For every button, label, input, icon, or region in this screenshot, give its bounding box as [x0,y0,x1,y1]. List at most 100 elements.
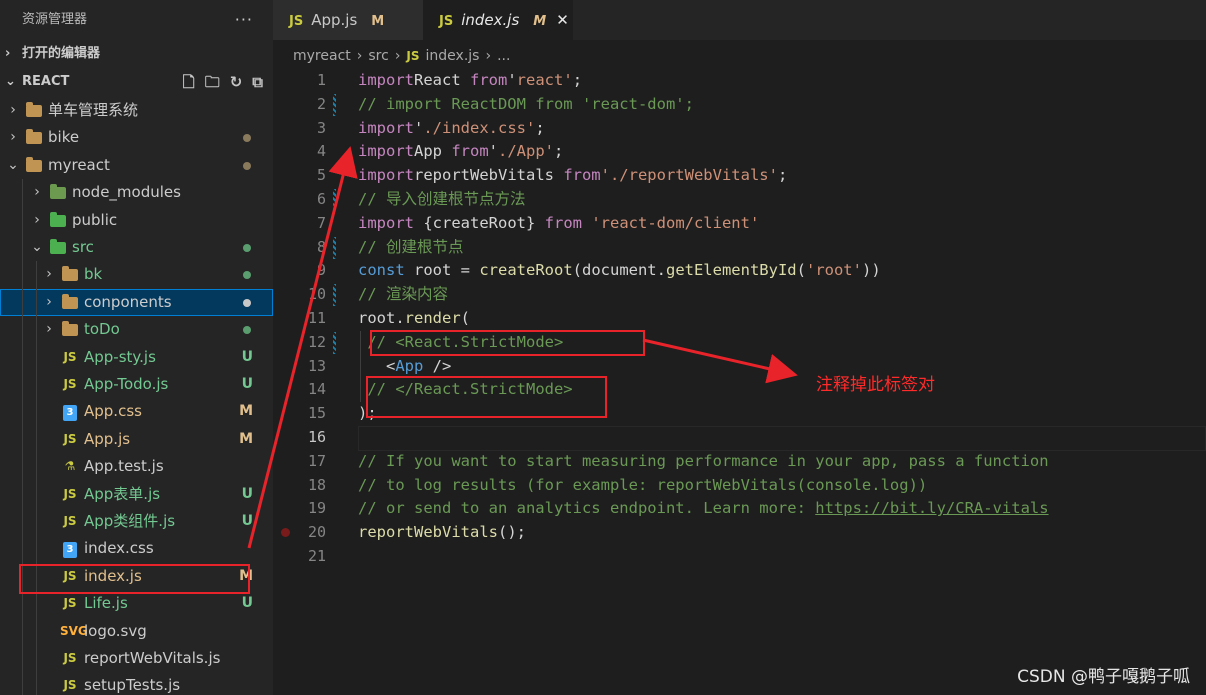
more-actions-icon[interactable]: ··· [235,0,253,40]
breadcrumb-item[interactable]: ... [497,48,510,64]
test-file-icon: ⚗ [64,459,76,474]
code-line[interactable]: const root = createRoot(document.getElem… [358,259,881,283]
line-number: 2 [316,94,326,113]
code-link[interactable]: https://bit.ly/CRA-vitals [815,499,1048,517]
code-token: ./App [498,142,545,161]
tree-item[interactable]: › bk [0,261,273,288]
tree-item[interactable]: JS Life.js U [0,590,273,617]
line-number: 4 [316,142,326,161]
project-section[interactable]: ⌄ REACT 🗋 🗀 ↻ ⧉ [0,68,273,96]
chevron-right-icon: › [34,211,40,228]
code-token: reportWebVitals [358,523,498,542]
code-token: // to log results (for example: reportWe… [358,475,928,494]
tree-item-label: conponents [84,292,172,311]
code-token: ( [796,261,806,280]
line-number: 11 [307,309,326,327]
code-token: 'root' [805,261,862,280]
breadcrumb-item[interactable]: src [368,48,388,64]
code-line[interactable]: <App /> [358,355,451,379]
code-token: ' [507,71,517,89]
git-status-badge: U [241,348,253,365]
new-file-icon[interactable]: 🗋 [183,68,195,96]
tree-item[interactable]: › bike [0,124,273,151]
git-status-dot [243,161,251,170]
chevron-right-icon: › [34,184,40,201]
modified-badge: M [533,14,547,29]
git-status-dot [243,244,251,252]
new-folder-icon[interactable]: 🗀 [205,68,220,96]
tree-item[interactable]: ⚗ App.test.js [0,453,273,480]
code-token: reportWebVitals [414,166,564,185]
code-token: // 导入创建根节点方法 [358,190,526,208]
code-token: createRoot [479,261,573,280]
code-token: from [451,142,489,161]
tree-item[interactable]: JS App.js M [0,426,273,453]
code-token: ; [777,166,788,185]
tree-item[interactable]: ⌄ src [0,234,273,261]
chevron-down-icon: ⌄ [31,239,43,255]
highlight-box-strictmode-open [370,330,645,356]
code-token: {createRoot} [414,213,545,232]
code-line[interactable]: // to log results (for example: reportWe… [358,474,927,498]
code-line[interactable]: // 创建根节点 [358,236,464,260]
code-line[interactable]: importreportWebVitals from'./reportWebVi… [358,164,787,188]
js-file-icon: JS [63,486,77,501]
line-number: 13 [307,356,326,375]
tree-item[interactable]: JS App-Todo.js U [0,371,273,398]
code-line[interactable]: root.render( [358,307,470,331]
tree-item[interactable]: › 单车管理系统 [0,97,273,124]
code-line[interactable]: importApp from'./App'; [358,140,563,164]
code-line[interactable]: // If you want to start measuring perfor… [358,450,1049,474]
tree-item[interactable]: JS App-sty.js U [0,344,273,371]
tree-item[interactable]: JS reportWebVitals.js [0,645,273,672]
chevron-down-icon: ⌄ [7,156,19,173]
tree-item-label: App.css [84,402,142,421]
code-token: React [414,71,470,89]
tree-item[interactable]: JS App表单.js U [0,481,273,508]
git-status-dot [243,326,251,335]
collapse-all-icon[interactable]: ⧉ [252,68,263,96]
svg-file-icon: SVG [60,623,88,638]
code-line[interactable]: // 导入创建根节点方法 [358,188,526,212]
tree-item[interactable]: 3 index.css [0,535,273,562]
code-token: const [358,261,405,280]
close-icon[interactable]: ✕ [556,11,569,29]
tree-item[interactable]: SVG logo.svg [0,618,273,645]
tree-item-label: App-Todo.js [84,375,169,393]
tree-item[interactable]: › toDo [0,316,273,343]
code-token: render [404,309,461,327]
breadcrumb-item[interactable]: myreact [293,48,351,64]
tree-item[interactable]: › conponents [0,288,273,316]
chevron-right-icon: › [356,48,363,64]
current-line-highlight [358,426,1206,451]
breadcrumb-item[interactable]: index.js [426,48,480,64]
code-line[interactable]: // or send to an analytics endpoint. Lea… [358,497,1049,521]
tab-app-js[interactable]: JS App.js M [273,0,423,40]
tree-item[interactable]: JS setupTests.js [0,672,273,695]
tab-index-js[interactable]: JS index.js M ✕ [423,0,573,40]
tree-item[interactable]: › public [0,207,273,234]
tree-item[interactable]: › node_modules [0,179,273,206]
tree-item[interactable]: 3 App.css M [0,398,273,425]
js-file-icon: JS [63,514,77,528]
code-token: import [358,166,414,185]
line-number: 6 [316,190,326,208]
code-line[interactable]: // import ReactDOM from 'react-dom'; [358,93,694,117]
js-file-icon: JS [439,14,454,29]
tree-item[interactable]: JS App类组件.js U [0,508,273,535]
refresh-icon[interactable]: ↻ [230,68,243,96]
code-line[interactable]: import {createRoot} from 'react-dom/clie… [358,212,759,236]
code-token: ; [554,142,564,161]
code-token: ' [488,142,498,161]
open-editors-section[interactable]: › 打开的编辑器 [0,40,273,68]
explorer-header: 资源管理器 ··· [0,0,273,40]
code-line[interactable]: // 渲染内容 [358,283,448,307]
indent-guide [36,261,37,695]
code-token: from [544,213,582,232]
git-status-badge: U [241,595,253,612]
code-line[interactable]: import'./index.css'; [358,117,545,141]
code-line[interactable]: importReact from'react'; [358,69,582,93]
line-number: 14 [307,380,326,399]
tree-item[interactable]: ⌄ myreact [0,152,273,179]
code-line[interactable]: reportWebVitals(); [358,521,526,545]
